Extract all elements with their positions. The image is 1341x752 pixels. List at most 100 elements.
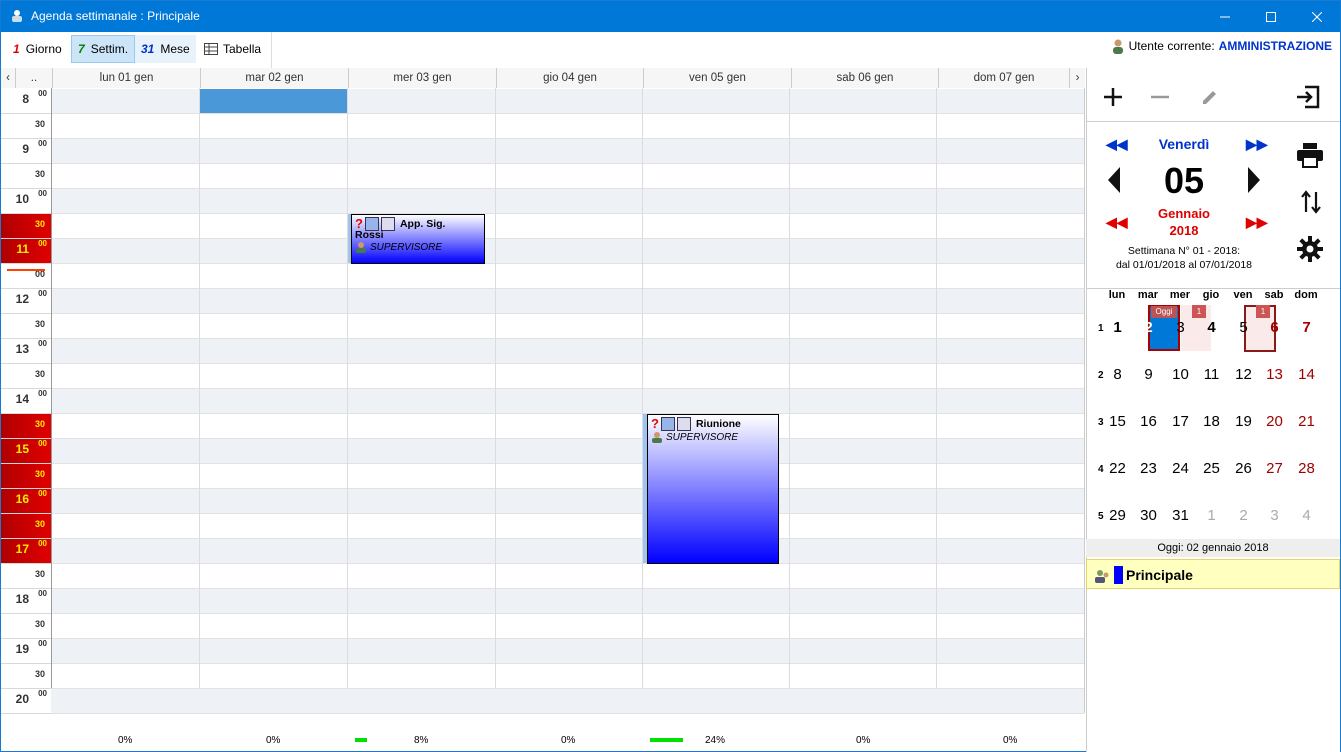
mini-cal-day[interactable]: 24: [1165, 460, 1196, 477]
time-slot-row[interactable]: [51, 339, 1084, 364]
print-icon[interactable]: [1296, 142, 1324, 168]
mini-cal-day[interactable]: 16: [1133, 413, 1164, 430]
time-slot-row[interactable]: [51, 639, 1084, 664]
mini-cal-day[interactable]: 6: [1259, 319, 1290, 336]
time-minutes: 00: [38, 89, 47, 98]
time-label: 17 00: [1, 539, 51, 564]
next-day-arrow-icon[interactable]: [1246, 166, 1262, 194]
mini-cal-day[interactable]: 7: [1291, 319, 1322, 336]
time-slot-row[interactable]: [51, 439, 1084, 464]
mini-cal-day[interactable]: 25: [1196, 460, 1227, 477]
time-slot-row[interactable]: [51, 364, 1084, 389]
time-slot-row[interactable]: [51, 289, 1084, 314]
sort-arrows-icon[interactable]: [1300, 190, 1322, 214]
priority-icon[interactable]: [676, 417, 691, 431]
view-table-button[interactable]: Tabella: [198, 35, 267, 63]
mini-cal-day[interactable]: 8: [1102, 366, 1133, 383]
time-slot-row[interactable]: [51, 314, 1084, 339]
mini-cal-day[interactable]: 29: [1102, 507, 1133, 524]
corner-cell: ..: [15, 68, 52, 88]
mini-cal-day[interactable]: 28: [1291, 460, 1322, 477]
mini-cal-day[interactable]: 2: [1228, 507, 1259, 524]
agenda-principale[interactable]: Principale: [1086, 559, 1340, 589]
mini-cal-day[interactable]: 5: [1228, 319, 1259, 336]
mini-cal-day[interactable]: 23: [1133, 460, 1164, 477]
time-slot-row[interactable]: [51, 189, 1084, 214]
time-slot-row[interactable]: [51, 689, 1084, 714]
time-label: 14 00: [1, 389, 51, 414]
mini-cal-day[interactable]: 13: [1259, 366, 1290, 383]
day-header-thu[interactable]: gio 04 gen: [496, 68, 643, 88]
time-slot-row[interactable]: [51, 389, 1084, 414]
mini-cal-day[interactable]: 14: [1291, 366, 1322, 383]
mini-cal-day[interactable]: 17: [1165, 413, 1196, 430]
mini-cal-day[interactable]: 12: [1228, 366, 1259, 383]
mini-cal-day[interactable]: 3: [1165, 319, 1196, 336]
time-slot-row[interactable]: [51, 539, 1084, 564]
time-slot-row[interactable]: [51, 589, 1084, 614]
next-week-arrow-icon[interactable]: ›: [1069, 68, 1085, 88]
time-label: 13 00: [1, 339, 51, 364]
mini-cal-day[interactable]: 30: [1133, 507, 1164, 524]
time-slot-row[interactable]: [51, 239, 1084, 264]
time-slot-row[interactable]: [51, 139, 1084, 164]
time-slot-row[interactable]: [51, 564, 1084, 589]
mini-cal-day[interactable]: 1: [1102, 319, 1133, 336]
next-fast-arrow-icon[interactable]: ▶▶: [1246, 136, 1268, 153]
time-minutes: 30: [34, 319, 45, 329]
view-month-button[interactable]: 31 Mese: [135, 35, 196, 63]
day-header-tue[interactable]: mar 02 gen: [200, 68, 348, 88]
prev-week-arrow-icon[interactable]: ‹: [1, 68, 15, 88]
edit-pencil-icon[interactable]: [1200, 87, 1220, 107]
settings-gear-icon[interactable]: [1297, 236, 1323, 262]
view-week-button[interactable]: 7 Settim.: [71, 35, 136, 63]
next-month-arrow-icon[interactable]: ▶▶: [1246, 214, 1268, 231]
mini-cal-day[interactable]: 18: [1196, 413, 1227, 430]
mini-cal-day[interactable]: 11: [1196, 366, 1227, 383]
view-day-button[interactable]: 1 Giorno: [7, 35, 68, 63]
remove-icon[interactable]: [1150, 87, 1170, 107]
day-header-sun[interactable]: dom 07 gen: [938, 68, 1069, 88]
mini-cal-day[interactable]: 4: [1196, 319, 1227, 336]
mini-cal-day[interactable]: 4: [1291, 507, 1322, 524]
event-card[interactable]: ? App. Sig. Rossi SUPERVISORE: [351, 214, 485, 264]
time-slot-row[interactable]: [51, 489, 1084, 514]
mini-cal-day[interactable]: 27: [1259, 460, 1290, 477]
time-slot-row[interactable]: [51, 464, 1084, 489]
event-icons: ? Riunione: [651, 417, 775, 431]
mini-cal-day[interactable]: 15: [1102, 413, 1133, 430]
add-icon[interactable]: [1103, 87, 1123, 107]
minimize-button[interactable]: [1202, 1, 1248, 32]
time-slot-row[interactable]: [51, 664, 1084, 689]
time-slot-row[interactable]: [51, 414, 1084, 439]
selected-slot[interactable]: [200, 89, 347, 113]
day-header-mon[interactable]: lun 01 gen: [52, 68, 200, 88]
mini-cal-day[interactable]: 22: [1102, 460, 1133, 477]
mini-cal-day[interactable]: 10: [1165, 366, 1196, 383]
reminder-icon[interactable]: [660, 417, 675, 431]
mini-cal-day[interactable]: 31: [1165, 507, 1196, 524]
maximize-button[interactable]: [1248, 1, 1294, 32]
mini-cal-day[interactable]: 21: [1291, 413, 1322, 430]
event-card[interactable]: ? Riunione SUPERVISORE: [647, 414, 779, 564]
day-header-sat[interactable]: sab 06 gen: [791, 68, 938, 88]
time-slot-row[interactable]: [51, 514, 1084, 539]
time-minutes: 30: [34, 219, 45, 229]
day-load-sun: 0%: [1003, 735, 1018, 746]
mini-cal-day[interactable]: 19: [1228, 413, 1259, 430]
time-slot-row[interactable]: [51, 614, 1084, 639]
day-header-fri[interactable]: ven 05 gen: [643, 68, 791, 88]
mini-cal-day[interactable]: 2: [1133, 319, 1164, 336]
mini-cal-day[interactable]: 9: [1133, 366, 1164, 383]
time-slot-row[interactable]: [51, 114, 1084, 139]
day-header-wed[interactable]: mer 03 gen: [348, 68, 496, 88]
exit-icon[interactable]: [1295, 84, 1321, 110]
time-slot-row[interactable]: [51, 264, 1084, 289]
mini-cal-day[interactable]: 26: [1228, 460, 1259, 477]
mini-cal-day[interactable]: 1: [1196, 507, 1227, 524]
mini-cal-day[interactable]: 20: [1259, 413, 1290, 430]
close-button[interactable]: [1294, 1, 1340, 32]
mini-cal-day[interactable]: 3: [1259, 507, 1290, 524]
time-slot-row[interactable]: [51, 164, 1084, 189]
time-slot-row[interactable]: [51, 214, 1084, 239]
